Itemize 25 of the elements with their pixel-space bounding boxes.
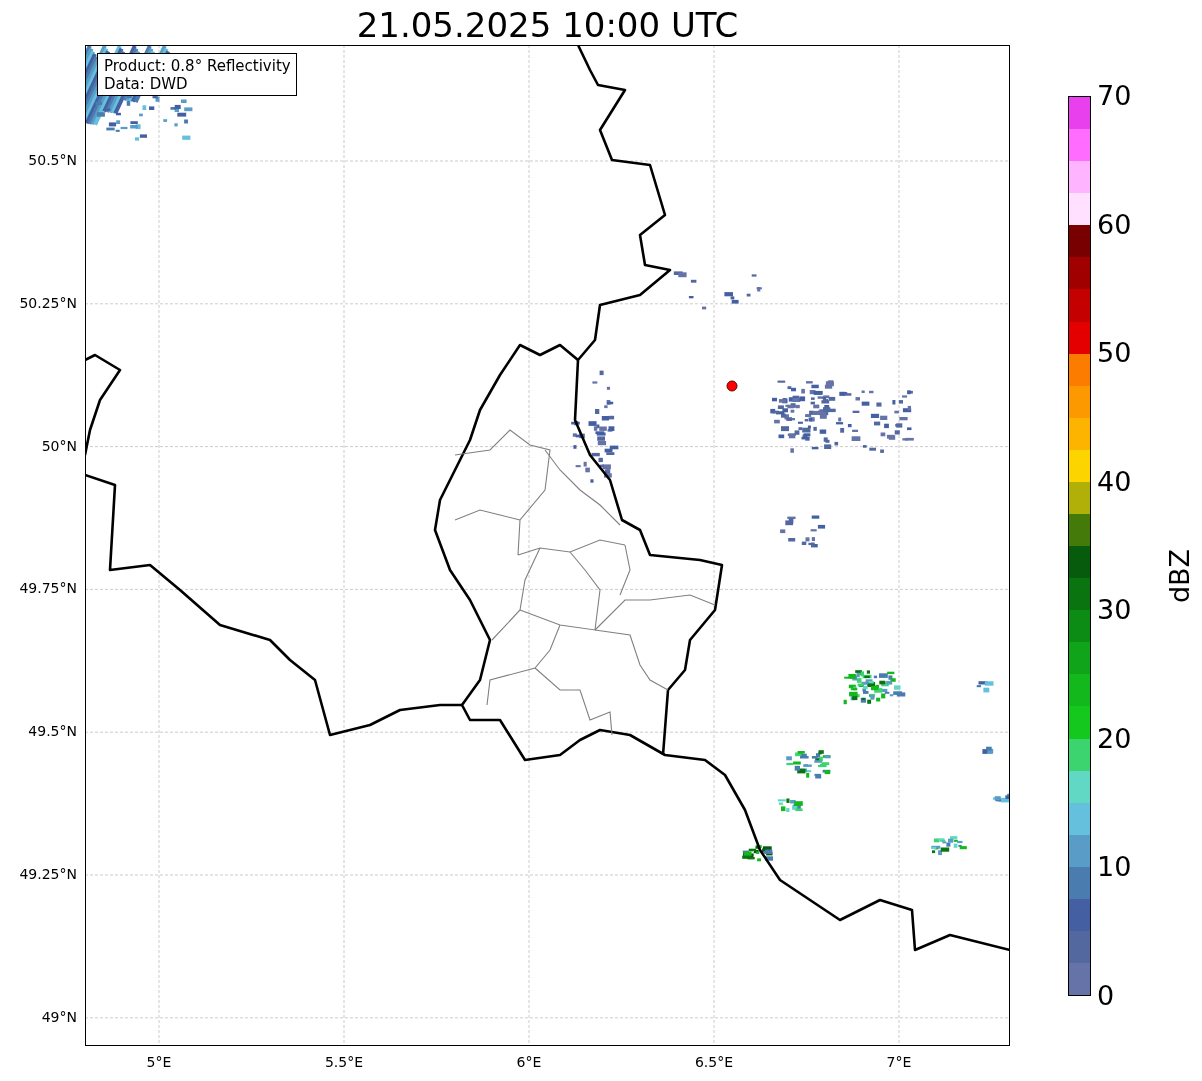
radar-station-marker — [726, 380, 738, 392]
axis-tick-label: 5.5°E — [324, 1054, 364, 1070]
axis-tick-label: 49.5°N — [28, 723, 77, 740]
colorbar-tick-label: 30 — [1097, 595, 1132, 626]
axis-tick-label: 5°E — [146, 1054, 172, 1070]
colorbar-tick-label: 40 — [1097, 466, 1132, 497]
info-text: Data: DWD — [104, 75, 189, 93]
axis-tick-label: 7°E — [886, 1054, 912, 1070]
colorbar-tick-label: 60 — [1097, 209, 1132, 240]
colorbar-tick-label: 50 — [1097, 338, 1132, 369]
colorbar-tick-label: 70 — [1097, 81, 1132, 111]
axis-tick-label: 50.5°N — [28, 152, 77, 168]
axis-tick-label: 50°N — [41, 437, 77, 454]
axis-tick-label: 49°N — [41, 1008, 77, 1025]
axis-tick-label: 6.5°E — [694, 1054, 734, 1070]
colorbar-tick-label: 0 — [1097, 981, 1115, 1011]
axis-tick-label: 50.25°N — [19, 294, 77, 311]
colorbar-tick-label: 10 — [1097, 852, 1132, 883]
axis-tick-label: 49.25°N — [19, 866, 77, 882]
colorbar-label: dBZ — [1164, 548, 1195, 604]
axis-tick-label: 6°E — [516, 1054, 542, 1070]
colorbar-tick-label: 20 — [1097, 723, 1132, 754]
axis-tick-label: 49.75°N — [19, 580, 77, 597]
info-text: Product: 0.8° Reflectivity — [104, 57, 291, 75]
chart-title: 21.05.2025 10:00 UTC — [355, 4, 740, 45]
